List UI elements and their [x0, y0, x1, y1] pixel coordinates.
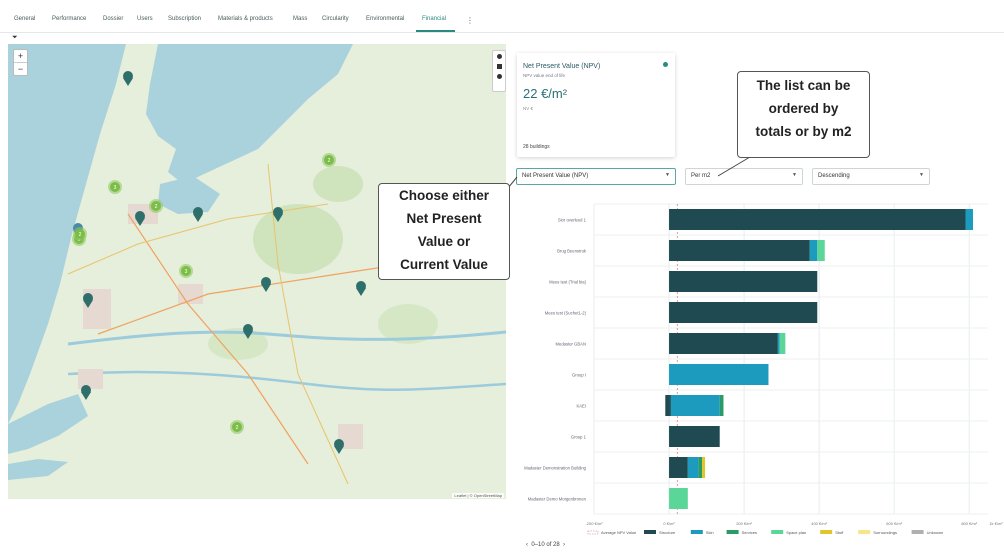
metric-callout: Choose either Net Present Value or Curre…	[378, 183, 510, 280]
callout-line: Choose either	[398, 188, 490, 203]
next-page-button[interactable]: ›	[563, 542, 565, 548]
ordering-callout: The list can be ordered by totals or by …	[737, 71, 870, 158]
prev-page-button[interactable]: ‹	[526, 542, 528, 548]
callout-line: totals or by m2	[755, 124, 852, 139]
pagination-range: 0–10 of 28	[531, 542, 560, 548]
callout-line: Net Present	[406, 211, 482, 226]
callout-line: Value or	[417, 234, 471, 249]
callout-line: The list can be	[756, 78, 851, 93]
pagination: ‹ 0–10 of 28 ›	[526, 542, 565, 548]
callout-line: Current Value	[400, 257, 488, 272]
callout-line: ordered by	[768, 101, 839, 116]
